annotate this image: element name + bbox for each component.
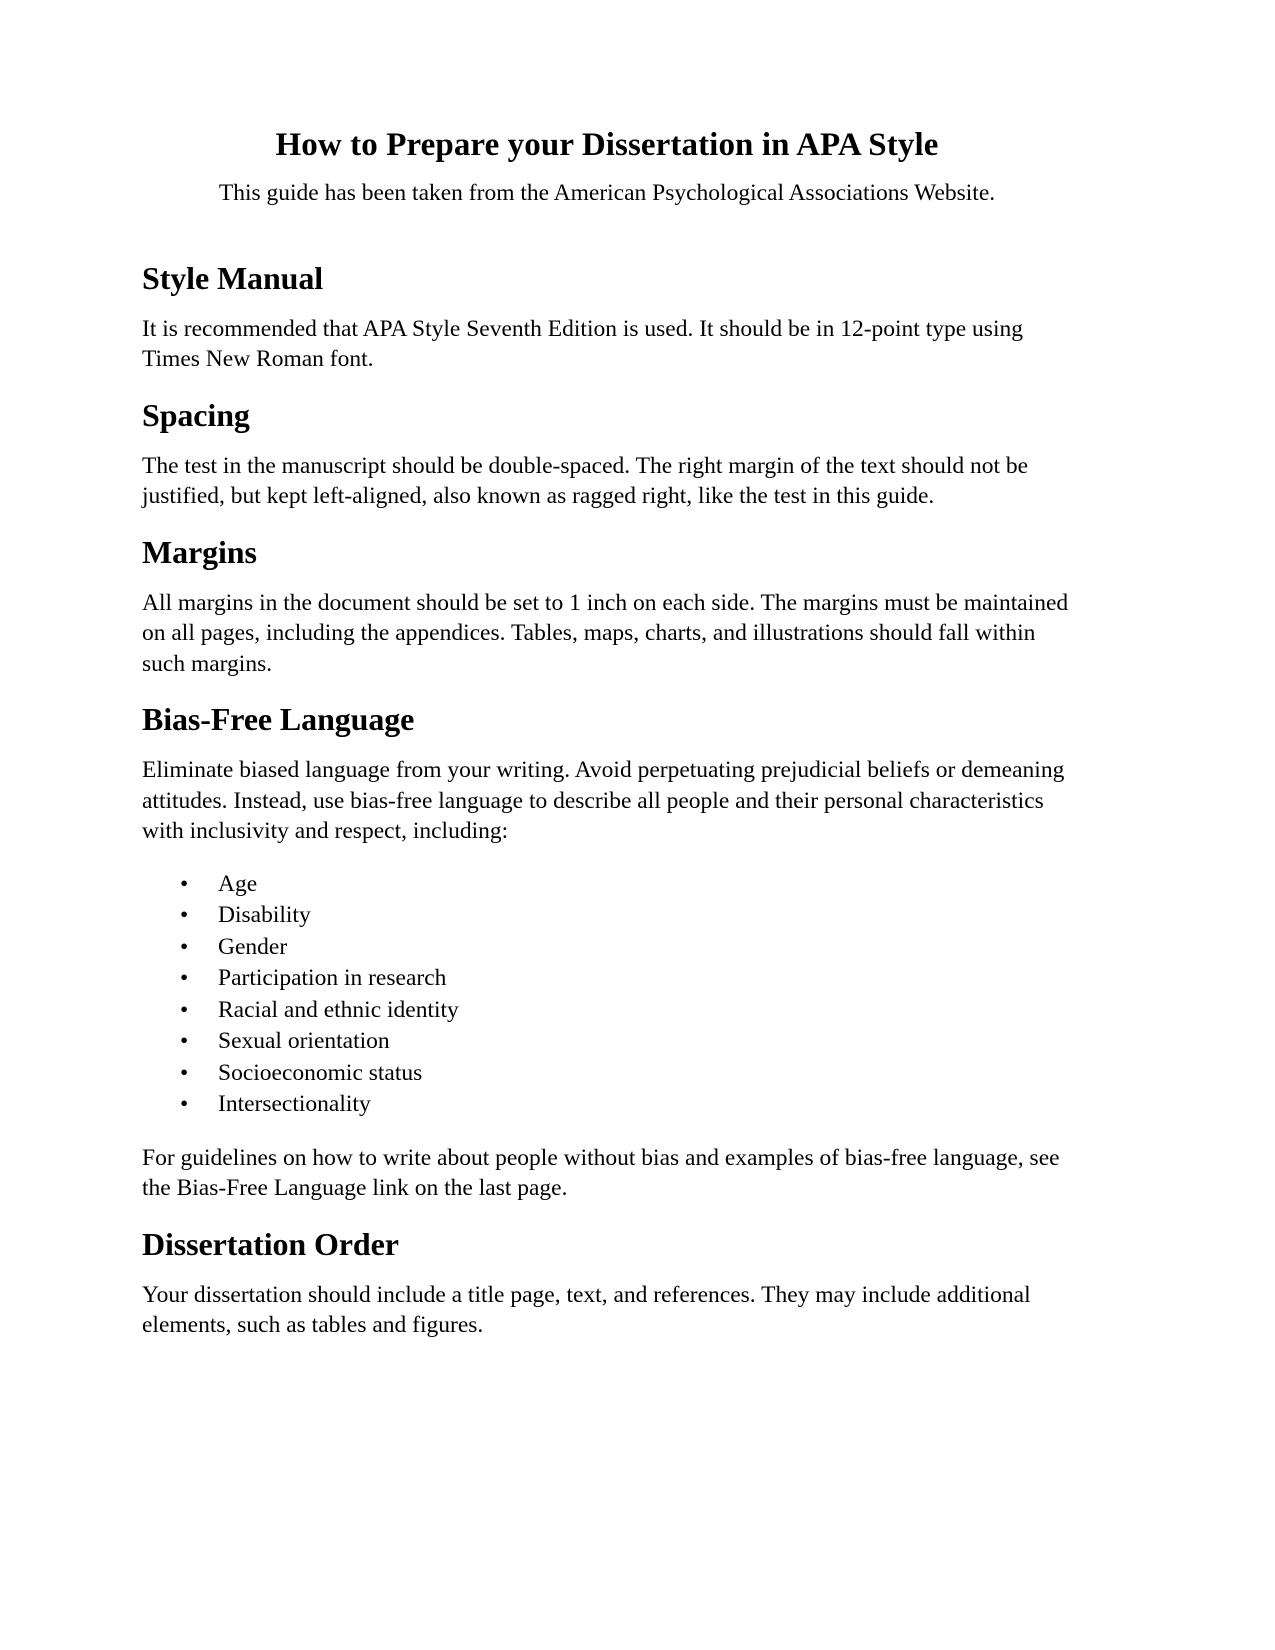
- bullet-icon: •: [180, 965, 189, 992]
- list-item-label: Gender: [218, 933, 288, 960]
- list-item: • Age: [142, 869, 1072, 900]
- list-item-label: Socioeconomic status: [218, 1059, 423, 1086]
- document-page: How to Prepare your Dissertation in APA …: [0, 0, 1275, 1650]
- bullet-icon: •: [180, 933, 189, 960]
- list-item: • Racial and ethnic identity: [142, 995, 1072, 1026]
- section-bias-free-language: Bias-Free Language Eliminate biased lang…: [142, 701, 1072, 1203]
- section-outro-bias-free-language: For guidelines on how to write about peo…: [142, 1144, 1060, 1202]
- page-title: How to Prepare your Dissertation in APA …: [275, 127, 939, 163]
- bullet-icon: •: [180, 996, 189, 1023]
- section-heading-spacing: Spacing: [142, 397, 250, 434]
- bullet-icon: •: [180, 1091, 189, 1118]
- bullet-icon: •: [180, 902, 189, 929]
- list-item: • Sexual orientation: [142, 1026, 1072, 1057]
- bullet-icon: •: [180, 1028, 189, 1055]
- list-item-label: Participation in research: [218, 965, 447, 992]
- section-paragraph-style-manual: It is recommended that APA Style Seventh…: [142, 315, 1023, 373]
- document-content: How to Prepare your Dissertation in APA …: [142, 126, 1072, 1341]
- list-item-label: Intersectionality: [218, 1091, 371, 1118]
- section-paragraph-spacing: The test in the manuscript should be dou…: [142, 452, 1029, 510]
- list-item: • Disability: [142, 900, 1072, 931]
- list-item: • Intersectionality: [142, 1089, 1072, 1120]
- bullet-icon: •: [180, 1059, 189, 1086]
- list-item-label: Disability: [218, 902, 311, 929]
- section-dissertation-order: Dissertation Order Your dissertation sho…: [142, 1226, 1072, 1341]
- list-item-label: Sexual orientation: [218, 1028, 390, 1055]
- section-paragraph-dissertation-order: Your dissertation should include a title…: [142, 1281, 1031, 1339]
- list-item-label: Age: [218, 870, 258, 897]
- section-paragraph-margins: All margins in the document should be se…: [142, 589, 1069, 677]
- section-margins: Margins All margins in the document shou…: [142, 534, 1072, 679]
- list-item: • Socioeconomic status: [142, 1058, 1072, 1089]
- list-item: • Participation in research: [142, 963, 1072, 994]
- list-item: • Gender: [142, 932, 1072, 963]
- section-heading-margins: Margins: [142, 533, 257, 570]
- section-heading-style-manual: Style Manual: [142, 260, 324, 297]
- section-heading-bias-free-language: Bias-Free Language: [142, 701, 415, 738]
- bias-free-characteristics-list: • Age • Disability • Gender • Participat…: [142, 869, 1072, 1121]
- list-item-label: Racial and ethnic identity: [218, 996, 459, 1023]
- section-spacing: Spacing The test in the manuscript shoul…: [142, 397, 1072, 512]
- section-heading-dissertation-order: Dissertation Order: [142, 1225, 399, 1262]
- section-intro-bias-free-language: Eliminate biased language from your writ…: [142, 757, 1065, 845]
- section-style-manual: Style Manual It is recommended that APA …: [142, 260, 1072, 375]
- bullet-icon: •: [180, 870, 189, 897]
- document-subtitle: This guide has been taken from the Ameri…: [218, 179, 996, 206]
